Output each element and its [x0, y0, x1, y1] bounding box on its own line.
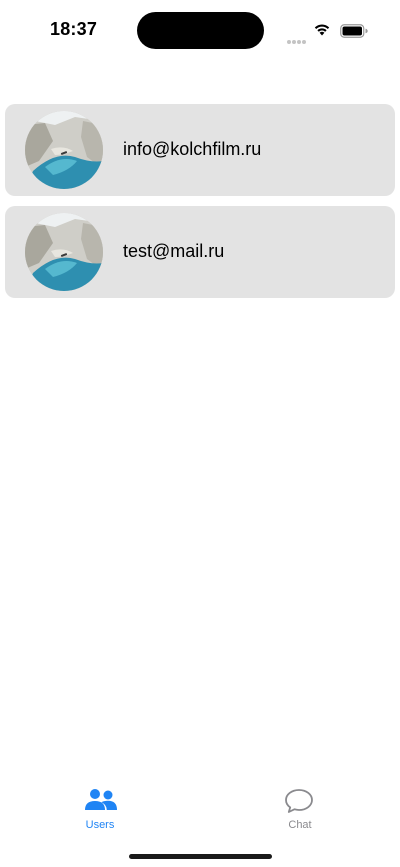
tab-chat[interactable]: Chat: [240, 780, 360, 835]
user-list-item[interactable]: info@kolchfilm.ru: [5, 104, 395, 196]
chat-bubble-icon: [284, 788, 314, 819]
avatar: [25, 111, 103, 189]
user-list-item[interactable]: test@mail.ru: [5, 206, 395, 298]
tab-users[interactable]: Users: [40, 780, 160, 835]
battery-icon: [340, 24, 368, 43]
wifi-icon: [313, 22, 331, 41]
home-indicator[interactable]: [129, 854, 272, 859]
user-list: info@kolchfilm.ru test@mail.ru: [5, 104, 395, 308]
dynamic-island: [137, 12, 264, 49]
tab-chat-label: Chat: [288, 819, 312, 831]
tab-users-label: Users: [85, 819, 115, 831]
status-time: 18:37: [50, 19, 98, 39]
user-email: info@kolchfilm.ru: [123, 139, 262, 159]
status-bar: 18:37: [0, 0, 400, 58]
cellular-signal-icon: [287, 31, 307, 49]
user-email: test@mail.ru: [123, 241, 225, 261]
avatar: [25, 213, 103, 291]
people-icon: [84, 788, 118, 817]
